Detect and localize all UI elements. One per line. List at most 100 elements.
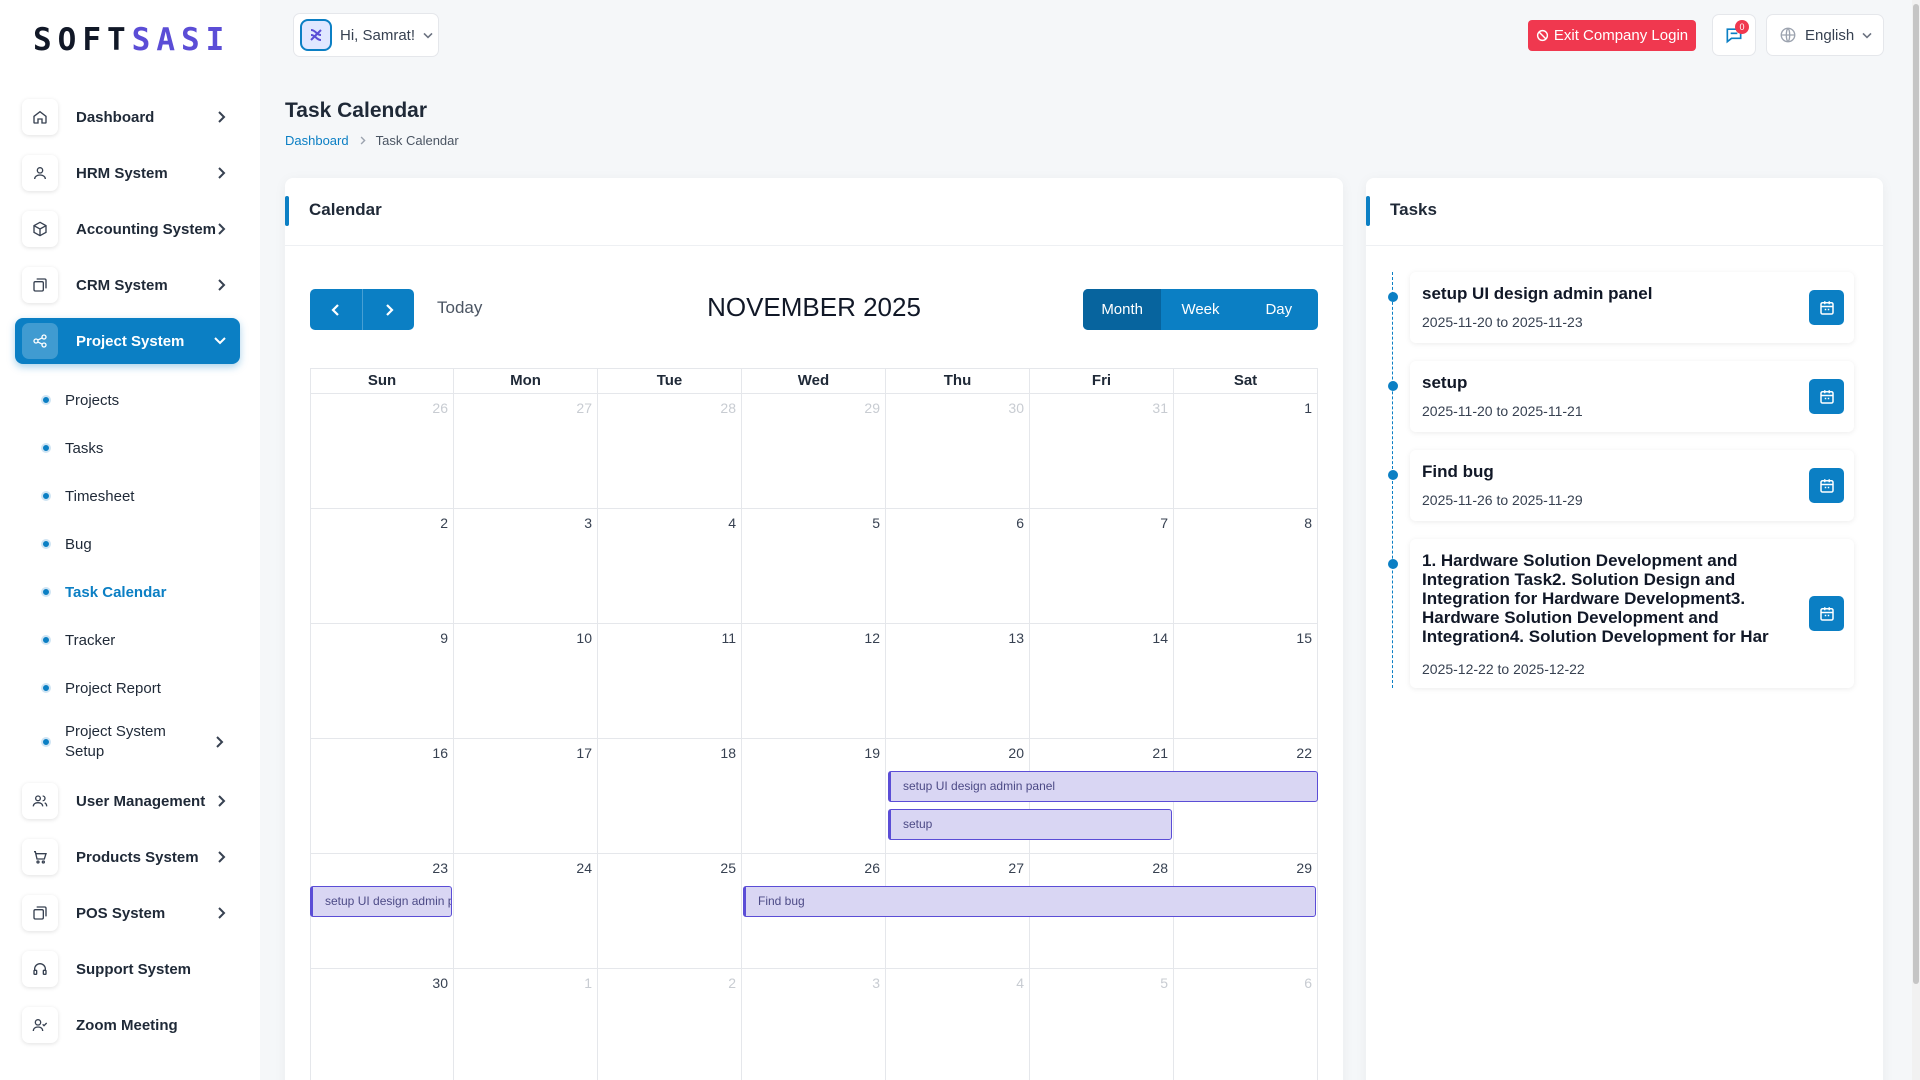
- task-calendar-button[interactable]: [1809, 379, 1844, 414]
- bullet-icon: [41, 539, 51, 549]
- sidebar-subitem-timesheet[interactable]: Timesheet: [15, 472, 240, 520]
- calendar-day-cell[interactable]: 3: [454, 509, 598, 623]
- calendar-day-cell[interactable]: 30: [310, 969, 454, 1080]
- task-item[interactable]: 1. Hardware Solution Development and Int…: [1388, 539, 1854, 688]
- weekday-label: Mon: [454, 369, 598, 393]
- day-number: 24: [576, 860, 592, 876]
- calendar-day-cell[interactable]: 1: [1174, 394, 1318, 508]
- calendar-day-cell[interactable]: 25: [598, 854, 742, 968]
- brand-logo[interactable]: SOFTSASI: [33, 22, 230, 58]
- calendar-day-cell[interactable]: 6: [886, 509, 1030, 623]
- calendar-event[interactable]: Find bug: [743, 886, 1316, 917]
- calendar-day-cell[interactable]: 2: [310, 509, 454, 623]
- notifications-button[interactable]: 0: [1712, 14, 1756, 56]
- sidebar-subitem-project-system-setup[interactable]: Project System Setup: [15, 712, 240, 772]
- sidebar-subitem-project-report[interactable]: Project Report: [15, 664, 240, 712]
- chevron-right-icon: [216, 111, 226, 123]
- sidebar-item-project-system[interactable]: Project System: [15, 318, 240, 364]
- calendar-day-cell[interactable]: 1: [454, 969, 598, 1080]
- calendar-day-cell[interactable]: 26: [310, 394, 454, 508]
- scrollbar-thumb[interactable]: [1913, 4, 1919, 984]
- bullet-icon: [41, 737, 51, 747]
- calendar-day-cell[interactable]: 24: [454, 854, 598, 968]
- page-title: Task Calendar: [285, 99, 428, 122]
- calendar-week: 26 27 28 29 30 31 1: [310, 394, 1318, 509]
- calendar-day-cell[interactable]: 28: [598, 394, 742, 508]
- task-calendar-button[interactable]: [1809, 596, 1844, 631]
- chevron-right-icon: [359, 136, 366, 145]
- sidebar-item-zoom-meeting[interactable]: Zoom Meeting: [15, 1002, 240, 1048]
- sidebar-item-pos[interactable]: POS System: [15, 890, 240, 936]
- calendar-day-cell[interactable]: 17: [454, 739, 598, 853]
- calendar-day-cell[interactable]: 29: [742, 394, 886, 508]
- tasks-card-title: Tasks: [1390, 200, 1437, 219]
- task-calendar-button[interactable]: [1809, 468, 1844, 503]
- breadcrumb-dashboard-link[interactable]: Dashboard: [285, 133, 349, 148]
- calendar-day-cell[interactable]: 4: [598, 509, 742, 623]
- calendar-day-cell[interactable]: 11: [598, 624, 742, 738]
- sidebar-subitem-tasks[interactable]: Tasks: [15, 424, 240, 472]
- sidebar-item-crm[interactable]: CRM System: [15, 262, 240, 308]
- day-view-button[interactable]: Day: [1240, 289, 1318, 330]
- page-scrollbar[interactable]: [1912, 0, 1920, 1080]
- calendar-event[interactable]: setup: [888, 809, 1172, 840]
- calendar-icon: [1818, 299, 1836, 317]
- timeline-dot: [1388, 470, 1398, 480]
- calendar-day-cell[interactable]: 7: [1030, 509, 1174, 623]
- chevron-down-icon: [423, 31, 433, 39]
- calendar-event[interactable]: setup UI design admin panel: [310, 886, 452, 917]
- sidebar-item-accounting[interactable]: Accounting System: [15, 206, 240, 252]
- sidebar-subitem-task-calendar[interactable]: Task Calendar: [15, 568, 240, 616]
- calendar-day-cell[interactable]: 15: [1174, 624, 1318, 738]
- calendar-day-cell[interactable]: 8: [1174, 509, 1318, 623]
- calendar-day-cell[interactable]: 30: [886, 394, 1030, 508]
- calendar-day-cell[interactable]: 19: [742, 739, 886, 853]
- day-number: 23: [432, 860, 448, 876]
- calendar-day-cell[interactable]: 12: [742, 624, 886, 738]
- users-icon: [22, 783, 58, 819]
- day-number: 9: [440, 630, 448, 646]
- chevron-right-icon: [216, 279, 226, 291]
- calendar-day-cell[interactable]: 14: [1030, 624, 1174, 738]
- calendar-grid: Sun Mon Tue Wed Thu Fri Sat 26 27 28 29 …: [310, 368, 1318, 1080]
- calendar-day-cell[interactable]: 27: [454, 394, 598, 508]
- calendar-day-cell[interactable]: 10: [454, 624, 598, 738]
- task-item[interactable]: setup 2025-11-20 to 2025-11-21: [1388, 361, 1854, 432]
- day-number: 13: [1008, 630, 1024, 646]
- calendar-day-cell[interactable]: 18: [598, 739, 742, 853]
- sidebar-subitem-projects[interactable]: Projects: [15, 376, 240, 424]
- sidebar-item-hrm[interactable]: HRM System: [15, 150, 240, 196]
- sidebar-subitem-tracker[interactable]: Tracker: [15, 616, 240, 664]
- calendar-day-cell[interactable]: 31: [1030, 394, 1174, 508]
- calendar-day-cell[interactable]: 16: [310, 739, 454, 853]
- calendar-day-cell[interactable]: 2: [598, 969, 742, 1080]
- task-item[interactable]: setup UI design admin panel 2025-11-20 t…: [1388, 272, 1854, 343]
- sidebar-subitem-bug[interactable]: Bug: [15, 520, 240, 568]
- weekday-label: Sat: [1174, 369, 1318, 393]
- day-number: 7: [1160, 515, 1168, 531]
- calendar-day-cell[interactable]: 5: [742, 509, 886, 623]
- weekday-header: Sun Mon Tue Wed Thu Fri Sat: [310, 368, 1318, 394]
- sidebar-item-products[interactable]: Products System: [15, 834, 240, 880]
- week-view-button[interactable]: Week: [1161, 289, 1239, 330]
- exit-company-login-button[interactable]: Exit Company Login: [1528, 20, 1696, 51]
- calendar-day-cell[interactable]: 9: [310, 624, 454, 738]
- calendar-card-title: Calendar: [309, 200, 382, 219]
- sidebar-item-user-management[interactable]: User Management: [15, 778, 240, 824]
- month-view-button[interactable]: Month: [1083, 289, 1162, 330]
- sidebar-item-dashboard[interactable]: Dashboard: [15, 94, 240, 140]
- calendar-day-cell[interactable]: 5: [1030, 969, 1174, 1080]
- calendar-event[interactable]: setup UI design admin panel: [888, 771, 1318, 802]
- calendar-day-cell[interactable]: 4: [886, 969, 1030, 1080]
- language-selector[interactable]: English: [1766, 14, 1884, 56]
- task-calendar-button[interactable]: [1809, 290, 1844, 325]
- sidebar-item-support[interactable]: Support System: [15, 946, 240, 992]
- user-menu[interactable]: Hi, Samrat!: [293, 13, 439, 57]
- calendar-day-cell[interactable]: 13: [886, 624, 1030, 738]
- day-number: 2: [728, 975, 736, 991]
- task-item[interactable]: Find bug 2025-11-26 to 2025-11-29: [1388, 450, 1854, 521]
- tasks-card: Tasks setup UI design admin panel 2025-1…: [1366, 178, 1883, 1080]
- calendar-day-cell[interactable]: 6: [1174, 969, 1318, 1080]
- day-number: 12: [864, 630, 880, 646]
- calendar-day-cell[interactable]: 3: [742, 969, 886, 1080]
